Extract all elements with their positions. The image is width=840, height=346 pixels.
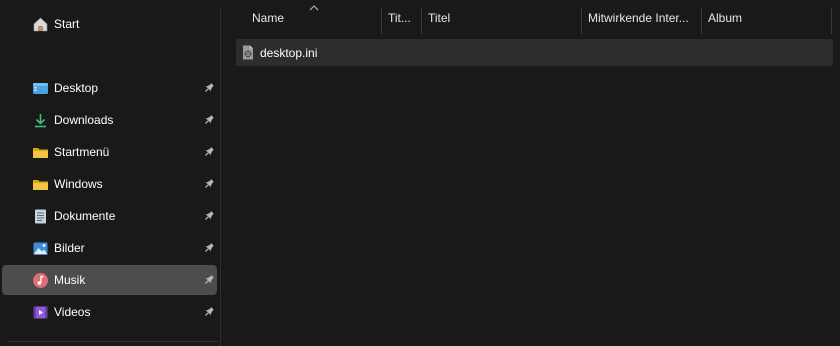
folder-icon xyxy=(33,148,48,158)
sidebar-item-label: Bilder xyxy=(54,241,85,255)
pin-icon[interactable] xyxy=(203,242,215,254)
sidebar-item-label: Desktop xyxy=(54,81,99,95)
download-icon xyxy=(35,114,46,128)
column-divider[interactable] xyxy=(831,8,832,34)
column-header-track-number[interactable]: Tit... xyxy=(381,0,421,36)
column-header-contributing-artists[interactable]: Mitwirkende Inter... xyxy=(581,0,701,36)
sidebar-divider xyxy=(8,341,218,342)
pane-splitter[interactable] xyxy=(220,8,221,346)
pictures-icon xyxy=(33,242,48,255)
sidebar-item-label: Musik xyxy=(54,273,86,287)
column-header-label: Tit... xyxy=(388,11,411,25)
column-header-title[interactable]: Titel xyxy=(421,0,581,36)
folder-icon xyxy=(33,180,48,190)
sidebar-item-label: Startmenü xyxy=(54,145,110,159)
sort-ascending-icon xyxy=(309,5,319,11)
column-header-label: Album xyxy=(708,11,743,25)
column-header-label: Mitwirkende Inter... xyxy=(588,11,689,25)
file-row[interactable]: desktop.ini xyxy=(236,39,833,66)
file-name: desktop.ini xyxy=(260,46,318,60)
settings-file-icon xyxy=(243,45,253,60)
sidebar-item-documents[interactable]: Dokumente xyxy=(2,201,217,231)
sidebar-item-startmenu[interactable]: Startmenü xyxy=(2,137,217,167)
sidebar-item-downloads[interactable]: Downloads xyxy=(2,105,217,135)
documents-icon xyxy=(35,209,46,224)
sidebar-item-windows[interactable]: Windows xyxy=(2,169,217,199)
pin-icon[interactable] xyxy=(203,114,215,126)
sidebar-item-videos[interactable]: Videos xyxy=(2,297,217,327)
videos-icon xyxy=(33,306,48,319)
sidebar-item-desktop[interactable]: Desktop xyxy=(2,73,217,103)
column-header-label: Name xyxy=(252,11,285,25)
navigation-pane: Start Desktop Downloads Startmenü Window… xyxy=(0,0,220,346)
pin-icon[interactable] xyxy=(203,146,215,158)
file-explorer-window: Start Desktop Downloads Startmenü Window… xyxy=(0,0,840,346)
pin-icon[interactable] xyxy=(203,178,215,190)
pin-icon[interactable] xyxy=(203,274,215,286)
home-icon xyxy=(33,17,48,32)
sidebar-item-label: Dokumente xyxy=(54,209,116,223)
sidebar-item-label: Windows xyxy=(54,177,103,191)
column-header-label: Titel xyxy=(428,11,451,25)
column-header-album[interactable]: Album xyxy=(701,0,831,36)
sidebar-item-pictures[interactable]: Bilder xyxy=(2,233,217,263)
pin-icon[interactable] xyxy=(203,82,215,94)
music-icon xyxy=(33,273,48,288)
pin-icon[interactable] xyxy=(203,210,215,222)
desktop-icon xyxy=(33,83,48,94)
sidebar-item-label: Start xyxy=(54,17,80,31)
sidebar-item-start[interactable]: Start xyxy=(2,9,217,39)
sidebar-item-label: Downloads xyxy=(54,113,114,127)
pin-icon[interactable] xyxy=(203,306,215,318)
sidebar-item-label: Videos xyxy=(54,305,91,319)
sidebar-item-music[interactable]: Musik xyxy=(2,265,217,295)
